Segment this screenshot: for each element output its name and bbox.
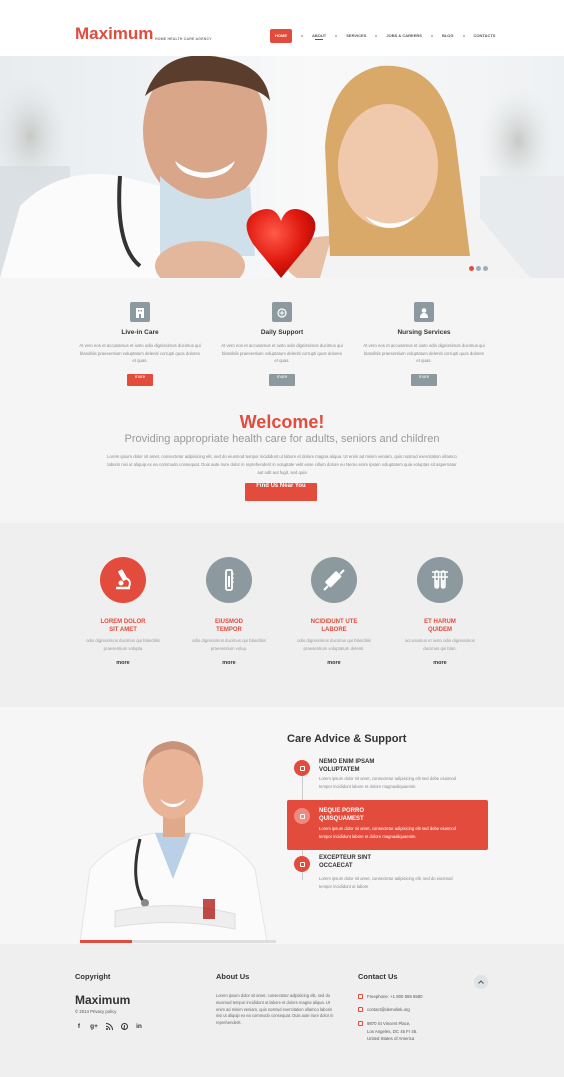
hero-slider bbox=[0, 56, 564, 278]
building-icon bbox=[130, 302, 150, 322]
feature-more-button[interactable]: more bbox=[411, 374, 437, 387]
care-section: Care Advice & Support NEMO ENIM IPSAM VOL… bbox=[0, 707, 564, 944]
feature-text: At vero eos et accusamus et iusto odio d… bbox=[79, 343, 201, 364]
service-card: NCIDIDUNT UTE LABORE odio dignissimos duc… bbox=[284, 557, 384, 666]
site-header: Maximum HOME HEALTH CARE AGENCY Home Abo… bbox=[0, 0, 564, 56]
slider-pagination bbox=[469, 266, 488, 271]
welcome-title: Welcome! bbox=[239, 412, 325, 432]
service-title: EIUSMOD TEMPOR bbox=[214, 619, 243, 634]
care-item-title: NEMO ENIM IPSAM VOLUPTATEM bbox=[319, 759, 375, 773]
contact-phone: Freephone: +1 800 559 6580 bbox=[358, 993, 423, 1001]
service-title: ET HARUM QUIDEM bbox=[424, 619, 456, 634]
slider-dot[interactable] bbox=[469, 266, 474, 271]
care-item-text: Lorem ipsum dolor sit amet, consectetur … bbox=[319, 876, 453, 890]
nav-blog[interactable]: Blog bbox=[433, 29, 463, 43]
envelope-icon bbox=[358, 1007, 363, 1012]
service-text: accusamus et iusto odio dignissimos ducim… bbox=[405, 637, 475, 651]
footer-logo[interactable]: Maximum bbox=[75, 993, 130, 1007]
contact-address: 9870 St Vincent Place, Los Angeles, DC 45… bbox=[358, 1020, 417, 1043]
copyright-heading: Copyright bbox=[75, 972, 111, 981]
nav-jobs-careers[interactable]: Jobs & Careers bbox=[377, 29, 431, 43]
home-icon bbox=[358, 1021, 363, 1026]
care-item[interactable]: NEMO ENIM IPSAM VOLUPTATEM Lorem ipsum do… bbox=[287, 755, 488, 803]
nav-services[interactable]: Services bbox=[337, 29, 375, 43]
service-title: NCIDIDUNT UTE LABORE bbox=[310, 619, 358, 634]
services-section: LOREM DOLOR SIT AMET odio dignissimos duc… bbox=[0, 523, 564, 707]
service-more-link[interactable]: more bbox=[284, 660, 384, 666]
test-tubes-icon[interactable] bbox=[417, 557, 463, 603]
feature-more-button[interactable]: more bbox=[269, 374, 295, 387]
service-card: EIUSMOD TEMPOR odio dignissimos ducimus q… bbox=[179, 557, 279, 666]
service-text: odio dignissimos ducimus qui blanditiis p… bbox=[86, 637, 160, 651]
feature-text: At vero eos et accusamus et iusto odio d… bbox=[221, 343, 343, 364]
care-item-icon bbox=[294, 808, 310, 824]
site-footer: Copyright Maximum © 2014 Privacy policy … bbox=[0, 944, 564, 1077]
feature-card: Daily Support At vero eos et accusamus e… bbox=[217, 302, 347, 387]
slider-dot[interactable] bbox=[476, 266, 481, 271]
service-card: ET HARUM QUIDEM accusamus et iusto odio d… bbox=[390, 557, 490, 666]
chevron-up-icon bbox=[478, 980, 484, 984]
nav-home[interactable]: Home bbox=[270, 29, 292, 43]
hero-image bbox=[0, 56, 564, 278]
care-item-text: Lorem ipsum dolor sit amet, consectetur … bbox=[319, 826, 457, 840]
about-heading: About Us bbox=[216, 972, 250, 981]
doctor-progress-bar bbox=[80, 940, 276, 943]
care-item-title: NEQUE PORRO QUISQUAMEST bbox=[319, 808, 365, 822]
care-item-text: Lorem ipsum dolor sit amet, consectetur … bbox=[319, 776, 457, 790]
feature-title: Daily Support bbox=[260, 329, 304, 336]
care-title: Care Advice & Support bbox=[287, 733, 407, 745]
social-links: f g+ in bbox=[75, 1023, 143, 1032]
service-card: LOREM DOLOR SIT AMET odio dignissimos duc… bbox=[73, 557, 173, 666]
service-more-link[interactable]: more bbox=[179, 660, 279, 666]
rss-icon[interactable] bbox=[105, 1023, 113, 1032]
facebook-icon[interactable]: f bbox=[75, 1023, 83, 1032]
care-item-icon bbox=[294, 856, 310, 872]
care-item-active[interactable]: NEQUE PORRO QUISQUAMEST Lorem ipsum dolor… bbox=[287, 800, 488, 850]
nurse-icon bbox=[414, 302, 434, 322]
about-text: Lorem ipsum dolor sit amet, consectetur … bbox=[216, 993, 334, 1025]
feature-title: Nursing Services bbox=[397, 329, 451, 336]
feature-text: At vero eos et accusamus et iusto odio d… bbox=[363, 343, 485, 364]
service-more-link[interactable]: more bbox=[390, 660, 490, 666]
find-us-button[interactable]: Find Us Near You bbox=[245, 483, 317, 501]
care-item[interactable]: EXCEPTEUR SINT OCCAECAT Lorem ipsum dolor… bbox=[287, 853, 488, 897]
service-title: LOREM DOLOR SIT AMET bbox=[100, 619, 146, 634]
doctor-photo bbox=[79, 741, 268, 942]
pill-bottle-icon bbox=[272, 302, 292, 322]
welcome-text: Lorem ipsum dolor sit amet, consectetur … bbox=[107, 454, 457, 475]
slider-dot[interactable] bbox=[483, 266, 488, 271]
feature-title: Live-in Care bbox=[121, 329, 159, 336]
thermometer-icon[interactable] bbox=[206, 557, 252, 603]
syringe-icon[interactable] bbox=[311, 557, 357, 603]
linkedin-icon[interactable]: in bbox=[135, 1023, 143, 1032]
main-nav: Home About Services Jobs & Careers Blog … bbox=[270, 29, 504, 43]
feature-more-button[interactable]: more bbox=[127, 374, 153, 387]
service-text: odio dignissimos ducimus qui blanditiis p… bbox=[192, 637, 266, 651]
features-section: Live-in Care At vero eos et accusamus et… bbox=[0, 278, 564, 523]
site-logo[interactable]: Maximum bbox=[75, 24, 153, 44]
feature-card: Nursing Services At vero eos et accusamu… bbox=[359, 302, 489, 387]
back-to-top-button[interactable] bbox=[474, 975, 488, 989]
contact-email[interactable]: contact@demolink.org bbox=[358, 1006, 410, 1014]
page: Maximum HOME HEALTH CARE AGENCY Home Abo… bbox=[0, 0, 564, 1077]
footer-copyright[interactable]: © 2014 Privacy policy bbox=[75, 1009, 116, 1014]
contact-heading: Contact Us bbox=[358, 972, 398, 981]
microscope-icon[interactable] bbox=[100, 557, 146, 603]
service-text: odio dignissimos ducimus qui blanditiis p… bbox=[297, 637, 371, 651]
nav-contacts[interactable]: Contacts bbox=[465, 29, 505, 43]
google-plus-icon[interactable]: g+ bbox=[90, 1023, 98, 1032]
feature-card: Live-in Care At vero eos et accusamus et… bbox=[75, 302, 205, 387]
nav-about[interactable]: About bbox=[303, 29, 335, 43]
service-more-link[interactable]: more bbox=[73, 660, 173, 666]
care-item-icon bbox=[294, 760, 310, 776]
care-item-title: EXCEPTEUR SINT OCCAECAT bbox=[319, 855, 372, 869]
pinterest-icon[interactable] bbox=[120, 1023, 128, 1032]
welcome-subtitle: Providing appropriate health care for ad… bbox=[124, 433, 440, 445]
phone-icon bbox=[358, 994, 363, 999]
site-tagline: HOME HEALTH CARE AGENCY bbox=[155, 37, 212, 41]
